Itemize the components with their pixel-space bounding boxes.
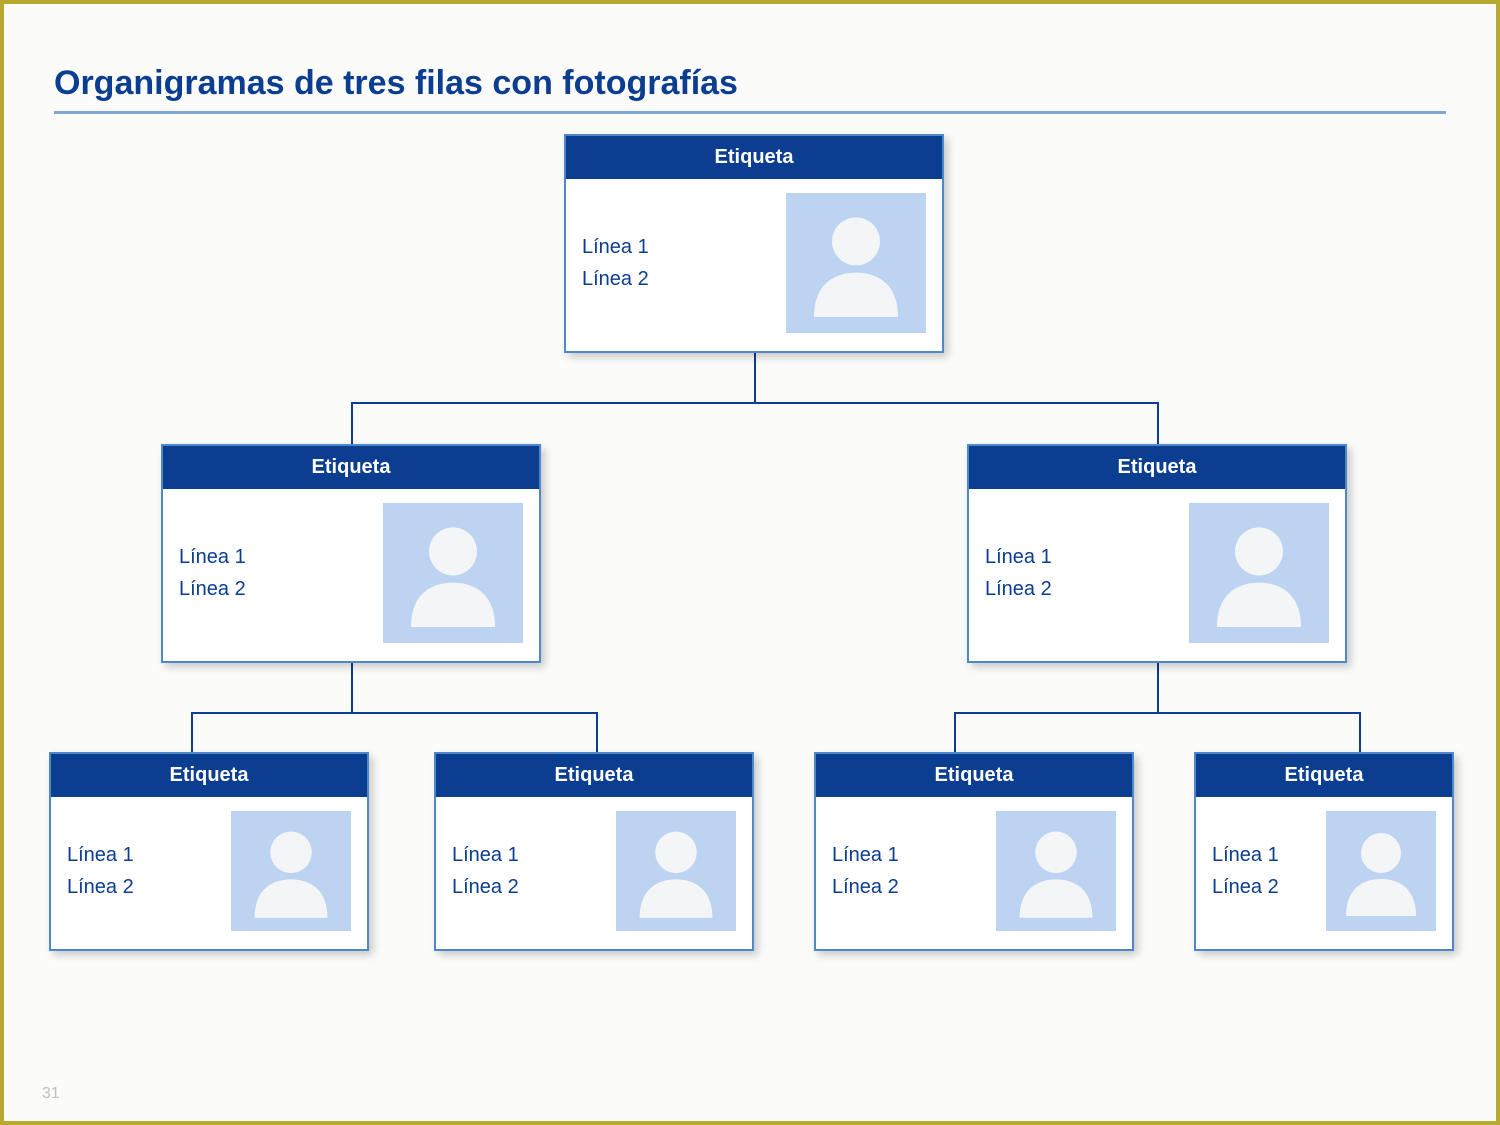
org-card-leaf-1: Etiqueta Línea 1 Línea 2	[49, 752, 369, 951]
avatar-placeholder	[1326, 811, 1436, 931]
connector-line	[351, 402, 353, 444]
card-label: Etiqueta	[969, 446, 1345, 489]
card-line2: Línea 2	[452, 871, 519, 903]
org-card-mid-right: Etiqueta Línea 1 Línea 2	[967, 444, 1347, 663]
org-card-leaf-3: Etiqueta Línea 1 Línea 2	[814, 752, 1134, 951]
card-line2: Línea 2	[179, 573, 246, 605]
person-icon	[624, 819, 728, 923]
connector-line	[1157, 662, 1159, 712]
card-line1: Línea 1	[452, 839, 519, 871]
org-card-root: Etiqueta Línea 1 Línea 2	[564, 134, 944, 353]
card-line1: Línea 1	[582, 231, 649, 263]
person-icon	[239, 819, 343, 923]
avatar-placeholder	[996, 811, 1116, 931]
card-label: Etiqueta	[566, 136, 942, 179]
connector-line	[191, 712, 596, 714]
connector-line	[1157, 402, 1159, 444]
connector-line	[351, 402, 1157, 404]
connector-line	[351, 662, 353, 712]
person-icon	[1199, 513, 1319, 633]
avatar-placeholder	[1189, 503, 1329, 643]
avatar-placeholder	[383, 503, 523, 643]
person-icon	[393, 513, 513, 633]
connector-line	[954, 712, 1359, 714]
person-icon	[796, 203, 916, 323]
org-card-leaf-2: Etiqueta Línea 1 Línea 2	[434, 752, 754, 951]
avatar-placeholder	[231, 811, 351, 931]
connector-line	[754, 352, 756, 402]
card-line1: Línea 1	[1212, 839, 1279, 871]
card-line2: Línea 2	[582, 263, 649, 295]
org-chart: Etiqueta Línea 1 Línea 2 Etiqueta	[54, 134, 1446, 1034]
card-line2: Línea 2	[832, 871, 899, 903]
org-card-leaf-4: Etiqueta Línea 1 Línea 2	[1194, 752, 1454, 951]
card-label: Etiqueta	[51, 754, 367, 797]
person-icon	[1004, 819, 1108, 923]
page-number: 31	[42, 1085, 60, 1103]
avatar-placeholder	[616, 811, 736, 931]
connector-line	[191, 712, 193, 752]
card-line1: Línea 1	[179, 541, 246, 573]
avatar-placeholder	[786, 193, 926, 333]
person-icon	[1331, 819, 1431, 923]
connector-line	[954, 712, 956, 752]
org-card-mid-left: Etiqueta Línea 1 Línea 2	[161, 444, 541, 663]
card-label: Etiqueta	[1196, 754, 1452, 797]
card-label: Etiqueta	[436, 754, 752, 797]
card-line2: Línea 2	[67, 871, 134, 903]
card-line1: Línea 1	[985, 541, 1052, 573]
card-label: Etiqueta	[816, 754, 1132, 797]
card-line1: Línea 1	[832, 839, 899, 871]
connector-line	[1359, 712, 1361, 752]
card-line1: Línea 1	[67, 839, 134, 871]
card-label: Etiqueta	[163, 446, 539, 489]
card-line2: Línea 2	[1212, 871, 1279, 903]
slide-title: Organigramas de tres filas con fotografí…	[54, 64, 1446, 114]
card-line2: Línea 2	[985, 573, 1052, 605]
connector-line	[596, 712, 598, 752]
